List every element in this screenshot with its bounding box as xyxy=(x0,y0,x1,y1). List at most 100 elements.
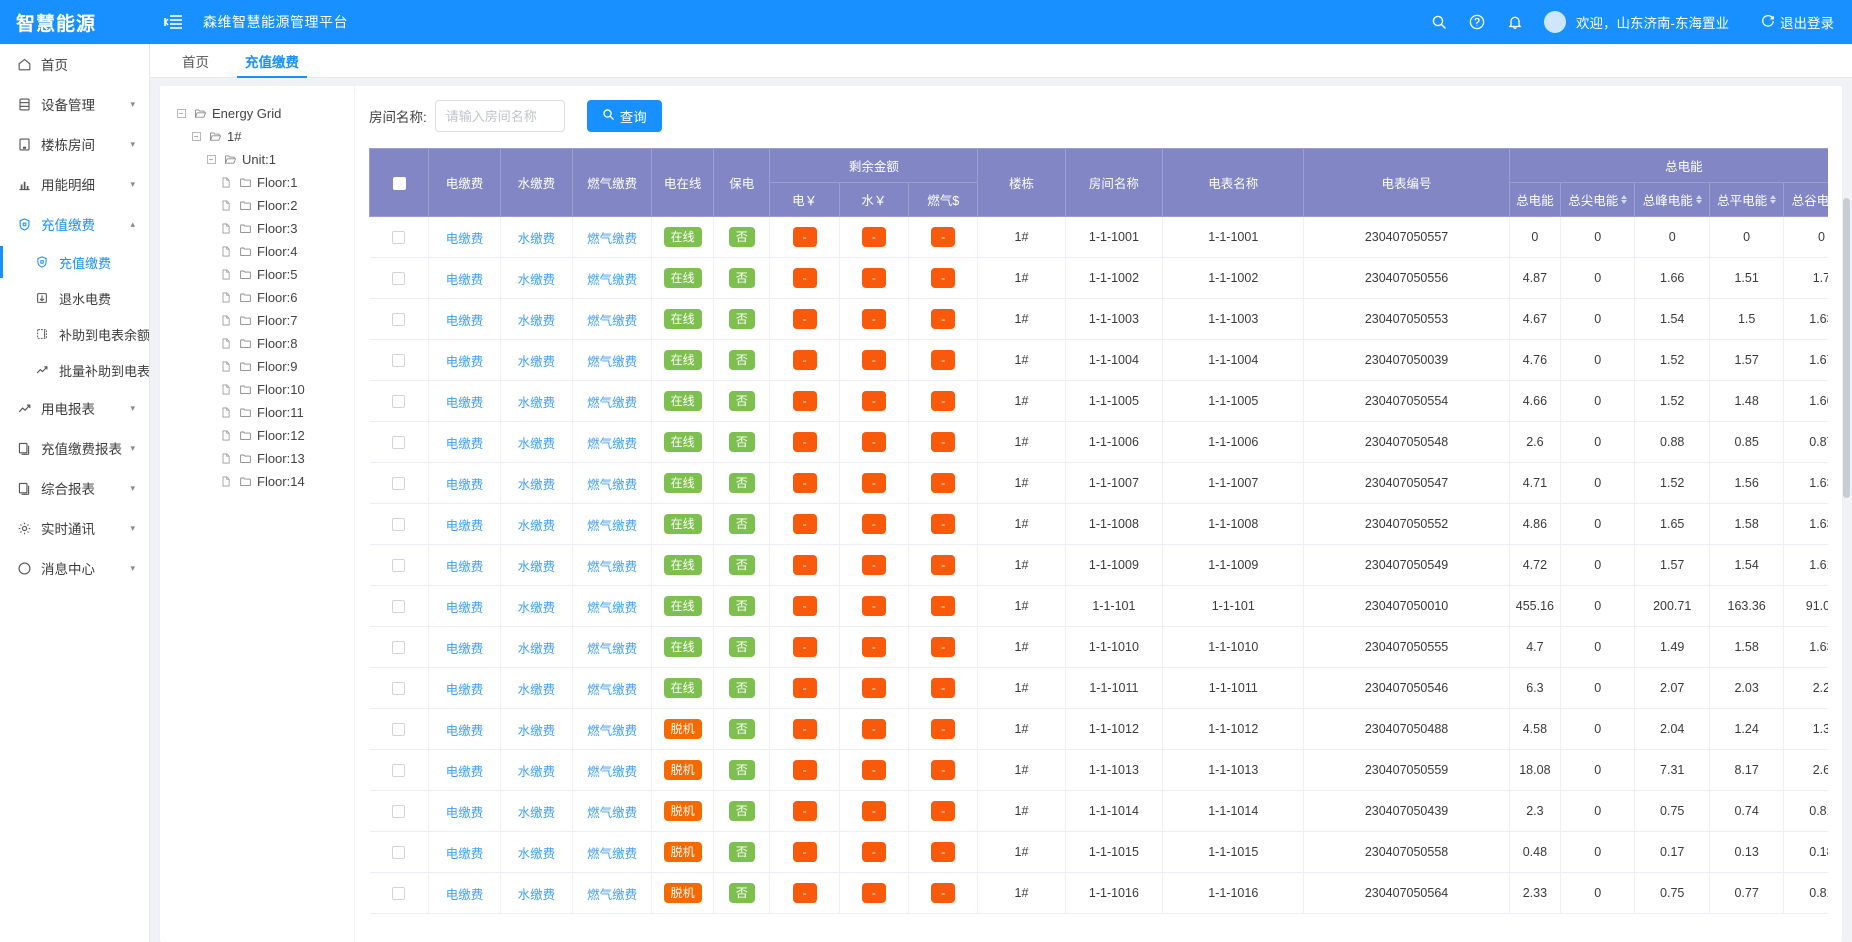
elec-pay-link[interactable]: 电缴费 xyxy=(446,396,484,410)
water-pay-link[interactable]: 水缴费 xyxy=(518,683,556,697)
tab-recharge[interactable]: 充值缴费 xyxy=(227,44,317,78)
sidebar-item-recharge-report[interactable]: 充值缴费报表 ▾ xyxy=(0,428,149,468)
row-checkbox[interactable] xyxy=(392,805,405,818)
col-balance-gas[interactable]: 燃气$ xyxy=(909,183,978,217)
gas-pay-cell[interactable]: 燃气缴费 xyxy=(572,586,652,627)
elec-pay-cell[interactable]: 电缴费 xyxy=(429,381,501,422)
elec-pay-link[interactable]: 电缴费 xyxy=(446,437,484,451)
water-pay-cell[interactable]: 水缴费 xyxy=(500,504,572,545)
table-row[interactable]: 电缴费水缴费燃气缴费在线否---1#1-1-10081-1-1008230407… xyxy=(370,504,1829,545)
elec-pay-link[interactable]: 电缴费 xyxy=(446,314,484,328)
water-pay-link[interactable]: 水缴费 xyxy=(518,724,556,738)
elec-pay-link[interactable]: 电缴费 xyxy=(446,273,484,287)
elec-pay-cell[interactable]: 电缴费 xyxy=(429,586,501,627)
water-pay-link[interactable]: 水缴费 xyxy=(518,355,556,369)
gas-pay-link[interactable]: 燃气缴费 xyxy=(587,314,637,328)
elec-pay-link[interactable]: 电缴费 xyxy=(446,355,484,369)
gas-pay-cell[interactable]: 燃气缴费 xyxy=(572,422,652,463)
bell-icon[interactable] xyxy=(1506,13,1524,31)
tree-node[interactable]: Floor:3 xyxy=(174,217,348,240)
elec-pay-link[interactable]: 电缴费 xyxy=(446,478,484,492)
tree-node[interactable]: Floor:5 xyxy=(174,263,348,286)
elec-pay-cell[interactable]: 电缴费 xyxy=(429,422,501,463)
sidebar-item-home[interactable]: 首页 xyxy=(0,44,149,84)
table-row[interactable]: 电缴费水缴费燃气缴费在线否---1#1-1-10041-1-1004230407… xyxy=(370,340,1829,381)
row-checkbox[interactable] xyxy=(392,477,405,490)
table-row[interactable]: 电缴费水缴费燃气缴费在线否---1#1-1-10061-1-1006230407… xyxy=(370,422,1829,463)
tree-node[interactable]: Floor:9 xyxy=(174,355,348,378)
water-pay-cell[interactable]: 水缴费 xyxy=(500,217,572,258)
water-pay-cell[interactable]: 水缴费 xyxy=(500,750,572,791)
col-building[interactable]: 楼栋 xyxy=(978,149,1065,217)
gas-pay-link[interactable]: 燃气缴费 xyxy=(587,642,637,656)
water-pay-cell[interactable]: 水缴费 xyxy=(500,545,572,586)
sidebar-item-realtime-comm[interactable]: 实时通讯 ▾ xyxy=(0,508,149,548)
gas-pay-cell[interactable]: 燃气缴费 xyxy=(572,668,652,709)
col-balance-elec[interactable]: 电￥ xyxy=(770,183,839,217)
sidebar-item-message-center[interactable]: 消息中心 ▾ xyxy=(0,548,149,588)
gas-pay-cell[interactable]: 燃气缴费 xyxy=(572,873,652,914)
water-pay-cell[interactable]: 水缴费 xyxy=(500,422,572,463)
gas-pay-link[interactable]: 燃气缴费 xyxy=(587,478,637,492)
water-pay-link[interactable]: 水缴费 xyxy=(518,560,556,574)
elec-pay-link[interactable]: 电缴费 xyxy=(446,519,484,533)
gas-pay-link[interactable]: 燃气缴费 xyxy=(587,765,637,779)
sidebar-item-building[interactable]: 楼栋房间 ▾ xyxy=(0,124,149,164)
col-gas-pay[interactable]: 燃气缴费 xyxy=(572,149,652,217)
table-row[interactable]: 电缴费水缴费燃气缴费在线否---1#1-1-1011-1-10123040705… xyxy=(370,586,1829,627)
gas-pay-link[interactable]: 燃气缴费 xyxy=(587,355,637,369)
water-pay-cell[interactable]: 水缴费 xyxy=(500,791,572,832)
table-row[interactable]: 电缴费水缴费燃气缴费在线否---1#1-1-10021-1-1002230407… xyxy=(370,258,1829,299)
elec-pay-cell[interactable]: 电缴费 xyxy=(429,258,501,299)
table-row[interactable]: 电缴费水缴费燃气缴费在线否---1#1-1-10071-1-1007230407… xyxy=(370,463,1829,504)
query-button[interactable]: 查询 xyxy=(587,100,662,132)
tree-node[interactable]: Floor:11 xyxy=(174,401,348,424)
tree-node[interactable]: Floor:13 xyxy=(174,447,348,470)
col-guarantee[interactable]: 保电 xyxy=(713,149,769,217)
gas-pay-cell[interactable]: 燃气缴费 xyxy=(572,709,652,750)
user-welcome[interactable]: 欢迎，山东济南-东海置业 xyxy=(1544,11,1729,33)
water-pay-cell[interactable]: 水缴费 xyxy=(500,668,572,709)
elec-pay-link[interactable]: 电缴费 xyxy=(446,642,484,656)
water-pay-link[interactable]: 水缴费 xyxy=(518,232,556,246)
water-pay-cell[interactable]: 水缴费 xyxy=(500,299,572,340)
elec-pay-cell[interactable]: 电缴费 xyxy=(429,340,501,381)
elec-pay-cell[interactable]: 电缴费 xyxy=(429,668,501,709)
water-pay-link[interactable]: 水缴费 xyxy=(518,847,556,861)
gas-pay-link[interactable]: 燃气缴费 xyxy=(587,888,637,902)
elec-pay-cell[interactable]: 电缴费 xyxy=(429,791,501,832)
sidebar-subitem-refund[interactable]: 退水电费 xyxy=(0,280,149,316)
table-row[interactable]: 电缴费水缴费燃气缴费在线否---1#1-1-10101-1-1010230407… xyxy=(370,627,1829,668)
elec-pay-link[interactable]: 电缴费 xyxy=(446,560,484,574)
col-water-pay[interactable]: 水缴费 xyxy=(500,149,572,217)
sort-icon[interactable] xyxy=(1770,195,1776,204)
table-row[interactable]: 电缴费水缴费燃气缴费脱机否---1#1-1-10151-1-1015230407… xyxy=(370,832,1829,873)
tree-collapse-toggle[interactable]: − xyxy=(174,107,188,121)
tree-node[interactable]: Floor:7 xyxy=(174,309,348,332)
row-checkbox[interactable] xyxy=(392,518,405,531)
gas-pay-link[interactable]: 燃气缴费 xyxy=(587,396,637,410)
table-row[interactable]: 电缴费水缴费燃气缴费在线否---1#1-1-10111-1-1011230407… xyxy=(370,668,1829,709)
col-meter-name[interactable]: 电表名称 xyxy=(1163,149,1304,217)
gas-pay-cell[interactable]: 燃气缴费 xyxy=(572,299,652,340)
sidebar-item-comprehensive-report[interactable]: 综合报表 ▾ xyxy=(0,468,149,508)
gas-pay-cell[interactable]: 燃气缴费 xyxy=(572,381,652,422)
water-pay-cell[interactable]: 水缴费 xyxy=(500,627,572,668)
gas-pay-cell[interactable]: 燃气缴费 xyxy=(572,627,652,668)
water-pay-link[interactable]: 水缴费 xyxy=(518,642,556,656)
search-icon[interactable] xyxy=(1430,13,1448,31)
elec-pay-cell[interactable]: 电缴费 xyxy=(429,627,501,668)
scrollbar-thumb[interactable] xyxy=(1843,198,1850,498)
row-checkbox[interactable] xyxy=(392,600,405,613)
gas-pay-link[interactable]: 燃气缴费 xyxy=(587,232,637,246)
tab-home[interactable]: 首页 xyxy=(164,44,227,78)
water-pay-link[interactable]: 水缴费 xyxy=(518,314,556,328)
water-pay-cell[interactable]: 水缴费 xyxy=(500,463,572,504)
water-pay-cell[interactable]: 水缴费 xyxy=(500,258,572,299)
water-pay-cell[interactable]: 水缴费 xyxy=(500,832,572,873)
water-pay-cell[interactable]: 水缴费 xyxy=(500,381,572,422)
row-checkbox[interactable] xyxy=(392,723,405,736)
sidebar-item-device[interactable]: 设备管理 ▾ xyxy=(0,84,149,124)
logout-button[interactable]: 退出登录 xyxy=(1761,12,1834,32)
table-row[interactable]: 电缴费水缴费燃气缴费脱机否---1#1-1-10161-1-1016230407… xyxy=(370,873,1829,914)
